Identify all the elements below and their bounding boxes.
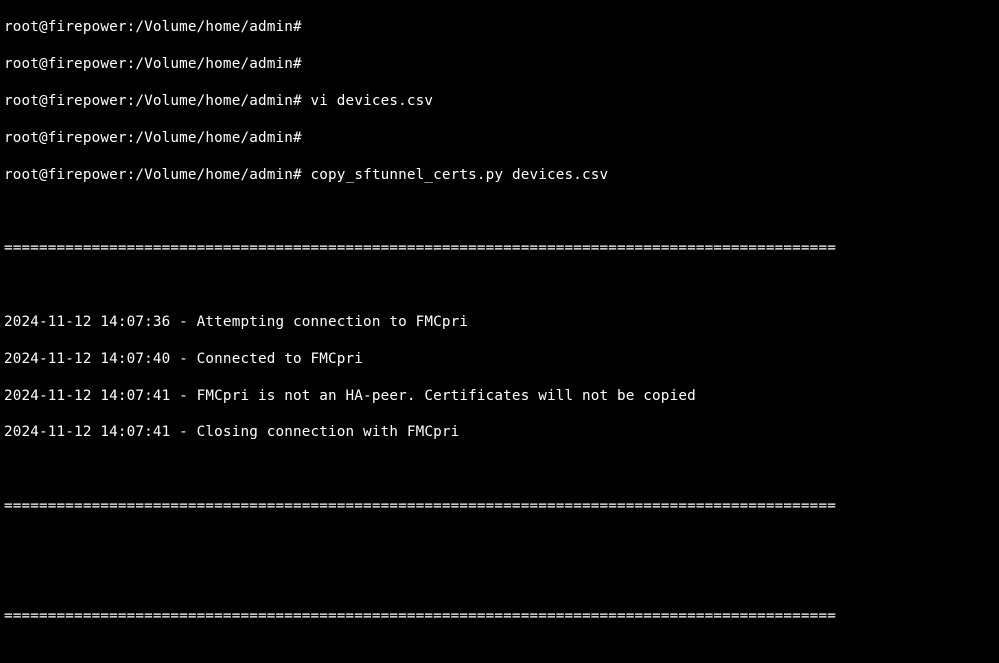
command-text: copy_sftunnel_certs.py devices.csv [311,167,609,183]
shell-prompt: root@firepower:/Volume/home/admin# [4,93,302,109]
terminal-window[interactable]: root@firepower:/Volume/home/admin# root@… [0,0,999,663]
log-line: 2024-11-12 14:07:41 - Closing connection… [4,423,995,441]
shell-prompt: root@firepower:/Volume/home/admin# [4,56,302,72]
prompt-line: root@firepower:/Volume/home/admin# [4,18,995,36]
blank-line [4,460,995,478]
separator-line: ========================================… [4,607,995,625]
log-line: 2024-11-12 14:07:40 - Connected to FMCpr… [4,350,995,368]
blank-line [4,202,995,220]
prompt-line-vi: root@firepower:/Volume/home/admin# vi de… [4,92,995,110]
prompt-line-script: root@firepower:/Volume/home/admin# copy_… [4,166,995,184]
log-line: 2024-11-12 14:07:36 - Attempting connect… [4,313,995,331]
prompt-line: root@firepower:/Volume/home/admin# [4,55,995,73]
separator-line: ========================================… [4,497,995,515]
prompt-line: root@firepower:/Volume/home/admin# [4,129,995,147]
shell-prompt: root@firepower:/Volume/home/admin# [4,167,302,183]
blank-line [4,534,995,552]
blank-line [4,276,995,294]
separator-line: ========================================… [4,239,995,257]
blank-line [4,571,995,589]
log-line: 2024-11-12 14:07:41 - FMCpri is not an H… [4,387,995,405]
command-text: vi devices.csv [311,93,434,109]
shell-prompt: root@firepower:/Volume/home/admin# [4,130,302,146]
blank-line [4,644,995,662]
shell-prompt: root@firepower:/Volume/home/admin# [4,19,302,35]
